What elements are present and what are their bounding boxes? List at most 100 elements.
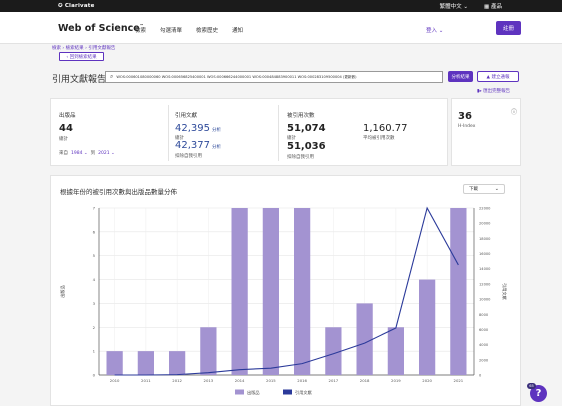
y2-tick-label: 6000 — [479, 328, 489, 332]
wos-logo[interactable]: Web of Science™ — [58, 23, 144, 34]
y-tick-label: 5 — [93, 253, 96, 258]
nav-history[interactable]: 檢索歷史 — [196, 26, 218, 34]
year-range: 來自 1984 ⌄ 到 2021 ⌄ — [59, 150, 115, 157]
products-menu[interactable]: ▦ 產品 — [484, 2, 502, 10]
back-to-results-button[interactable]: ‹ 回到檢索結果 — [59, 52, 104, 61]
bar — [231, 208, 248, 375]
times-cited-excl-sub: 扣除自我引用 — [287, 155, 314, 160]
create-alert-button[interactable]: ▲ 建立通報 — [477, 71, 519, 82]
info-icon[interactable]: ⓘ — [511, 107, 517, 116]
legend-label: 出版品 — [247, 389, 260, 396]
bar — [419, 279, 436, 375]
clarivate-mark-icon: ✪ — [58, 3, 63, 9]
combo-chart: 0 1 2 3 4 5 6 7 0 2000 4000 6000 8000 10000 12000 14000… — [59, 206, 508, 396]
y2-axis-title: 引用文獻 — [501, 283, 508, 301]
x-tick-label: 2017 — [329, 378, 339, 383]
y2-tick-label: 8000 — [479, 313, 489, 317]
y2-tick-label: 0 — [479, 374, 482, 378]
divider — [278, 105, 279, 161]
x-tick-label: 2015 — [266, 378, 276, 383]
hindex-card: 36 H-Index ⓘ — [451, 98, 521, 166]
x-tick-label: 2016 — [297, 378, 307, 383]
y-axis-title: 出版品 — [59, 285, 66, 298]
bar — [356, 303, 373, 375]
bar — [200, 327, 217, 375]
bar — [106, 351, 123, 375]
times-cited-excl-value: 51,036 — [287, 141, 326, 152]
citing-label: 引用文獻 — [175, 113, 198, 119]
stats-card: 出版品 44 總計 來自 1984 ⌄ 到 2021 ⌄ 引用文獻 42,395… — [50, 98, 448, 166]
bar — [294, 208, 311, 375]
citing-excl-value-link[interactable]: 42,377 分析 — [175, 140, 221, 151]
x-tick-label: 2020 — [422, 378, 432, 383]
help-badge: 65 — [527, 383, 536, 389]
x-tick-label: 2021 — [454, 378, 464, 383]
legend-label: 引用文獻 — [295, 389, 313, 396]
export-report-link[interactable]: ▮▸ 匯出完整報告 — [477, 88, 510, 94]
nav-search[interactable]: 檢索 — [135, 26, 146, 34]
bar — [450, 208, 467, 375]
login-link[interactable]: 登入 ⌄ — [426, 26, 443, 34]
to-year-select[interactable]: 2021 ⌄ — [98, 151, 115, 156]
times-cited-value: 51,074 — [287, 123, 326, 134]
x-tick-label: 2010 — [110, 378, 120, 383]
chevron-down-icon: ⌄ — [463, 4, 469, 10]
bar — [137, 351, 154, 375]
x-tick-label: 2013 — [204, 378, 214, 383]
x-tick-label: 2019 — [391, 378, 401, 383]
x-tick-label: 2014 — [235, 378, 245, 383]
y2-tick-label: 14000 — [479, 267, 491, 271]
avg-citations-value: 1,160.77 — [363, 123, 408, 134]
x-tick-label: 2018 — [360, 378, 370, 383]
query-field[interactable]: ⌕ WOS:000601080000060 WOS:00065682540000… — [105, 71, 443, 83]
chevron-down-icon: ⌄ — [438, 28, 444, 34]
y2-tick-label: 18000 — [479, 237, 491, 241]
nav-alerts[interactable]: 通知 — [232, 26, 243, 34]
legend-swatch-bar — [235, 389, 244, 395]
main-nav: Web of Science™ 檢索 勾選清單 檢索歷史 通知 登入 ⌄ 註冊 — [0, 12, 562, 44]
y-tick-label: 0 — [93, 373, 96, 378]
export-icon: ▮▸ — [477, 89, 482, 94]
citing-value-link[interactable]: 42,395 分析 — [175, 123, 221, 134]
bar — [325, 327, 342, 375]
y-tick-label: 1 — [93, 349, 96, 354]
legend-swatch-line — [283, 389, 292, 395]
y2-tick-label: 10000 — [479, 298, 491, 302]
top-bar: ✪ Clarivate 繁體中文 ⌄ ▦ 產品 — [0, 0, 562, 12]
y2-tick-label: 2000 — [479, 358, 489, 362]
y2-tick-label: 16000 — [479, 252, 491, 256]
bar — [169, 351, 186, 375]
x-tick-label: 2012 — [172, 378, 182, 383]
times-cited-label: 被引用次數 — [287, 113, 315, 119]
query-text: WOS:000601080000060 WOS:000656825400001 … — [116, 74, 357, 79]
y-tick-label: 6 — [93, 229, 96, 234]
x-tick-label: 2011 — [141, 378, 151, 383]
bar — [387, 327, 404, 375]
clarivate-logo[interactable]: ✪ Clarivate — [58, 3, 95, 9]
page-title: 引用文獻報告 — [52, 75, 107, 85]
language-selector[interactable]: 繁體中文 ⌄ — [440, 2, 468, 10]
y-tick-label: 3 — [93, 301, 96, 306]
publications-sub: 總計 — [59, 137, 68, 142]
y-tick-label: 4 — [93, 277, 96, 282]
publications-value: 44 — [59, 123, 73, 134]
y-tick-label: 2 — [93, 325, 96, 330]
nav-marked-list[interactable]: 勾選清單 — [160, 26, 182, 34]
register-button[interactable]: 註冊 — [496, 21, 521, 35]
grid-icon: ▦ — [484, 4, 490, 10]
chart-card: 根據年份的被引用次數與出版品數量分佈 下載 ⌄ 0 1 2 3 4 5 6 7 0 2000 4000… — [50, 175, 521, 406]
y2-tick-label: 4000 — [479, 343, 489, 347]
y-tick-label: 7 — [93, 206, 96, 211]
divider — [168, 105, 169, 161]
hindex-value: 36 — [458, 111, 472, 122]
breadcrumb[interactable]: 檢索 › 檢索結果 › 引用文獻報告 — [52, 45, 115, 51]
y2-tick-label: 20000 — [479, 222, 491, 226]
publications-label: 出版品 — [59, 113, 76, 119]
hindex-label: H-Index — [458, 124, 476, 129]
from-year-select[interactable]: 1984 ⌄ — [71, 151, 88, 156]
citing-excl-sub: 扣除自我引用 — [175, 154, 202, 159]
line-series — [114, 206, 459, 376]
analyze-results-button[interactable]: 分析結果 — [448, 71, 473, 82]
avg-citations-sub: 平均被引用次數 — [363, 136, 395, 141]
bar — [262, 208, 279, 375]
